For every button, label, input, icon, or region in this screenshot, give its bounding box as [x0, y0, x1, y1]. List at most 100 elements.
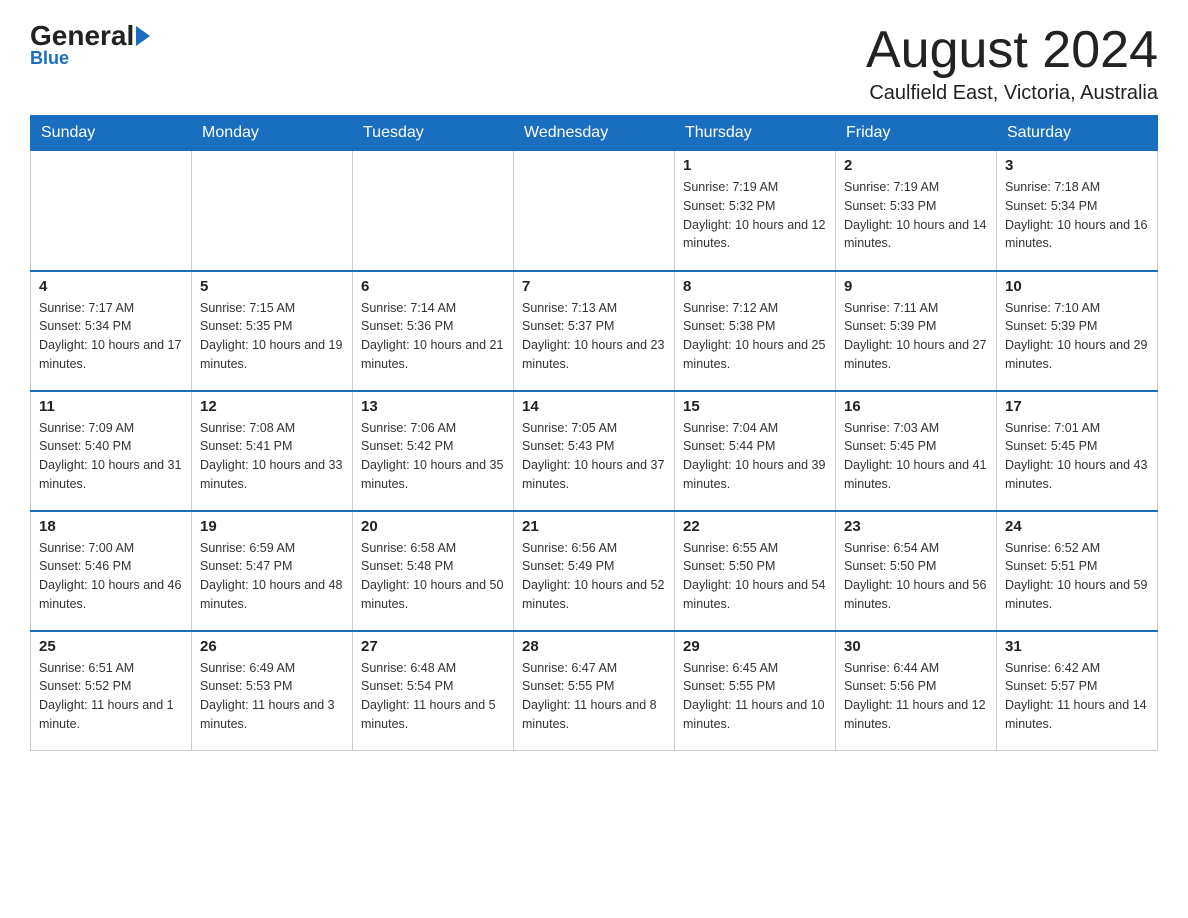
calendar-day-cell: 16 Sunrise: 7:03 AMSunset: 5:45 PMDayligh… [836, 391, 997, 511]
day-number: 27 [361, 638, 505, 655]
day-number: 16 [844, 398, 988, 415]
day-info: Sunrise: 7:00 AMSunset: 5:46 PMDaylight:… [39, 539, 183, 614]
logo: General Blue [30, 20, 150, 69]
weekday-header-monday: Monday [192, 116, 353, 151]
day-number: 21 [522, 518, 666, 535]
month-title: August 2024 [866, 20, 1158, 80]
calendar-day-cell: 13 Sunrise: 7:06 AMSunset: 5:42 PMDayligh… [353, 391, 514, 511]
calendar-day-cell: 9 Sunrise: 7:11 AMSunset: 5:39 PMDaylight… [836, 271, 997, 391]
day-info: Sunrise: 6:55 AMSunset: 5:50 PMDaylight:… [683, 539, 827, 614]
day-number: 5 [200, 278, 344, 295]
day-number: 30 [844, 638, 988, 655]
day-number: 20 [361, 518, 505, 535]
calendar-day-cell: 5Sunrise: 7:15 AMSunset: 5:35 PMDaylight… [192, 271, 353, 391]
calendar-week-row: 1 Sunrise: 7:19 AMSunset: 5:32 PMDaylight… [31, 151, 1158, 271]
day-info: Sunrise: 7:04 AMSunset: 5:44 PMDaylight:… [683, 419, 827, 494]
calendar-day-cell: 2Sunrise: 7:19 AMSunset: 5:33 PMDaylight… [836, 151, 997, 271]
calendar-day-cell: 21 Sunrise: 6:56 AMSunset: 5:49 PMDayligh… [514, 511, 675, 631]
day-number: 11 [39, 398, 183, 415]
day-info: Sunrise: 6:58 AMSunset: 5:48 PMDaylight:… [361, 539, 505, 614]
day-info: Sunrise: 6:52 AMSunset: 5:51 PMDaylight:… [1005, 539, 1149, 614]
day-info: Sunrise: 7:05 AMSunset: 5:43 PMDaylight:… [522, 419, 666, 494]
day-info: Sunrise: 7:08 AMSunset: 5:41 PMDaylight:… [200, 419, 344, 494]
day-info: Sunrise: 6:49 AMSunset: 5:53 PMDaylight:… [200, 659, 344, 734]
calendar-day-cell: 25Sunrise: 6:51 AMSunset: 5:52 PMDayligh… [31, 631, 192, 751]
calendar-day-cell [514, 151, 675, 271]
calendar-day-cell: 4 Sunrise: 7:17 AMSunset: 5:34 PMDaylight… [31, 271, 192, 391]
day-info: Sunrise: 6:59 AMSunset: 5:47 PMDaylight:… [200, 539, 344, 614]
day-number: 17 [1005, 398, 1149, 415]
day-number: 31 [1005, 638, 1149, 655]
calendar-day-cell: 23Sunrise: 6:54 AMSunset: 5:50 PMDayligh… [836, 511, 997, 631]
day-info: Sunrise: 7:14 AMSunset: 5:36 PMDaylight:… [361, 299, 505, 374]
calendar-week-row: 4 Sunrise: 7:17 AMSunset: 5:34 PMDaylight… [31, 271, 1158, 391]
weekday-header-saturday: Saturday [997, 116, 1158, 151]
day-number: 8 [683, 278, 827, 295]
calendar-day-cell: 19 Sunrise: 6:59 AMSunset: 5:47 PMDayligh… [192, 511, 353, 631]
day-number: 13 [361, 398, 505, 415]
calendar-week-row: 25Sunrise: 6:51 AMSunset: 5:52 PMDayligh… [31, 631, 1158, 751]
day-number: 12 [200, 398, 344, 415]
weekday-header-thursday: Thursday [675, 116, 836, 151]
day-info: Sunrise: 6:47 AMSunset: 5:55 PMDaylight:… [522, 659, 666, 734]
weekday-header-wednesday: Wednesday [514, 116, 675, 151]
day-info: Sunrise: 6:44 AMSunset: 5:56 PMDaylight:… [844, 659, 988, 734]
day-info: Sunrise: 6:56 AMSunset: 5:49 PMDaylight:… [522, 539, 666, 614]
calendar-week-row: 18 Sunrise: 7:00 AMSunset: 5:46 PMDayligh… [31, 511, 1158, 631]
weekday-header-tuesday: Tuesday [353, 116, 514, 151]
calendar-day-cell [192, 151, 353, 271]
day-info: Sunrise: 7:13 AMSunset: 5:37 PMDaylight:… [522, 299, 666, 374]
day-number: 26 [200, 638, 344, 655]
day-number: 1 [683, 157, 827, 174]
day-info: Sunrise: 7:19 AMSunset: 5:32 PMDaylight:… [683, 178, 827, 253]
calendar-day-cell: 14 Sunrise: 7:05 AMSunset: 5:43 PMDayligh… [514, 391, 675, 511]
day-info: Sunrise: 7:03 AMSunset: 5:45 PMDaylight:… [844, 419, 988, 494]
day-info: Sunrise: 7:06 AMSunset: 5:42 PMDaylight:… [361, 419, 505, 494]
calendar-day-cell: 11Sunrise: 7:09 AMSunset: 5:40 PMDayligh… [31, 391, 192, 511]
weekday-header-sunday: Sunday [31, 116, 192, 151]
weekday-header-row: SundayMondayTuesdayWednesdayThursdayFrid… [31, 116, 1158, 151]
day-number: 6 [361, 278, 505, 295]
calendar-day-cell: 6 Sunrise: 7:14 AMSunset: 5:36 PMDaylight… [353, 271, 514, 391]
calendar-day-cell: 22 Sunrise: 6:55 AMSunset: 5:50 PMDayligh… [675, 511, 836, 631]
calendar-day-cell: 8 Sunrise: 7:12 AMSunset: 5:38 PMDaylight… [675, 271, 836, 391]
day-number: 14 [522, 398, 666, 415]
day-info: Sunrise: 7:01 AMSunset: 5:45 PMDaylight:… [1005, 419, 1149, 494]
day-number: 23 [844, 518, 988, 535]
calendar-day-cell: 18 Sunrise: 7:00 AMSunset: 5:46 PMDayligh… [31, 511, 192, 631]
calendar-table: SundayMondayTuesdayWednesdayThursdayFrid… [30, 115, 1158, 751]
calendar-day-cell [353, 151, 514, 271]
calendar-day-cell: 20 Sunrise: 6:58 AMSunset: 5:48 PMDayligh… [353, 511, 514, 631]
title-block: August 2024 Caulfield East, Victoria, Au… [866, 20, 1158, 105]
calendar-day-cell: 24 Sunrise: 6:52 AMSunset: 5:51 PMDayligh… [997, 511, 1158, 631]
day-number: 18 [39, 518, 183, 535]
day-number: 25 [39, 638, 183, 655]
day-number: 2 [844, 157, 988, 174]
day-info: Sunrise: 7:18 AMSunset: 5:34 PMDaylight:… [1005, 178, 1149, 253]
calendar-day-cell: 1 Sunrise: 7:19 AMSunset: 5:32 PMDaylight… [675, 151, 836, 271]
day-number: 9 [844, 278, 988, 295]
day-number: 19 [200, 518, 344, 535]
day-number: 22 [683, 518, 827, 535]
weekday-header-friday: Friday [836, 116, 997, 151]
day-info: Sunrise: 6:45 AMSunset: 5:55 PMDaylight:… [683, 659, 827, 734]
calendar-day-cell: 12 Sunrise: 7:08 AMSunset: 5:41 PMDayligh… [192, 391, 353, 511]
calendar-day-cell: 27 Sunrise: 6:48 AMSunset: 5:54 PMDayligh… [353, 631, 514, 751]
calendar-day-cell: 7Sunrise: 7:13 AMSunset: 5:37 PMDaylight… [514, 271, 675, 391]
day-number: 24 [1005, 518, 1149, 535]
calendar-day-cell: 30 Sunrise: 6:44 AMSunset: 5:56 PMDayligh… [836, 631, 997, 751]
calendar-day-cell: 29Sunrise: 6:45 AMSunset: 5:55 PMDayligh… [675, 631, 836, 751]
day-number: 4 [39, 278, 183, 295]
calendar-day-cell [31, 151, 192, 271]
calendar-day-cell: 31Sunrise: 6:42 AMSunset: 5:57 PMDayligh… [997, 631, 1158, 751]
calendar-day-cell: 3 Sunrise: 7:18 AMSunset: 5:34 PMDaylight… [997, 151, 1158, 271]
day-info: Sunrise: 7:17 AMSunset: 5:34 PMDaylight:… [39, 299, 183, 374]
calendar-day-cell: 28Sunrise: 6:47 AMSunset: 5:55 PMDayligh… [514, 631, 675, 751]
day-number: 10 [1005, 278, 1149, 295]
calendar-day-cell: 17 Sunrise: 7:01 AMSunset: 5:45 PMDayligh… [997, 391, 1158, 511]
day-info: Sunrise: 7:11 AMSunset: 5:39 PMDaylight:… [844, 299, 988, 374]
logo-arrow-icon [136, 26, 150, 46]
day-info: Sunrise: 6:48 AMSunset: 5:54 PMDaylight:… [361, 659, 505, 734]
day-info: Sunrise: 7:12 AMSunset: 5:38 PMDaylight:… [683, 299, 827, 374]
day-number: 3 [1005, 157, 1149, 174]
